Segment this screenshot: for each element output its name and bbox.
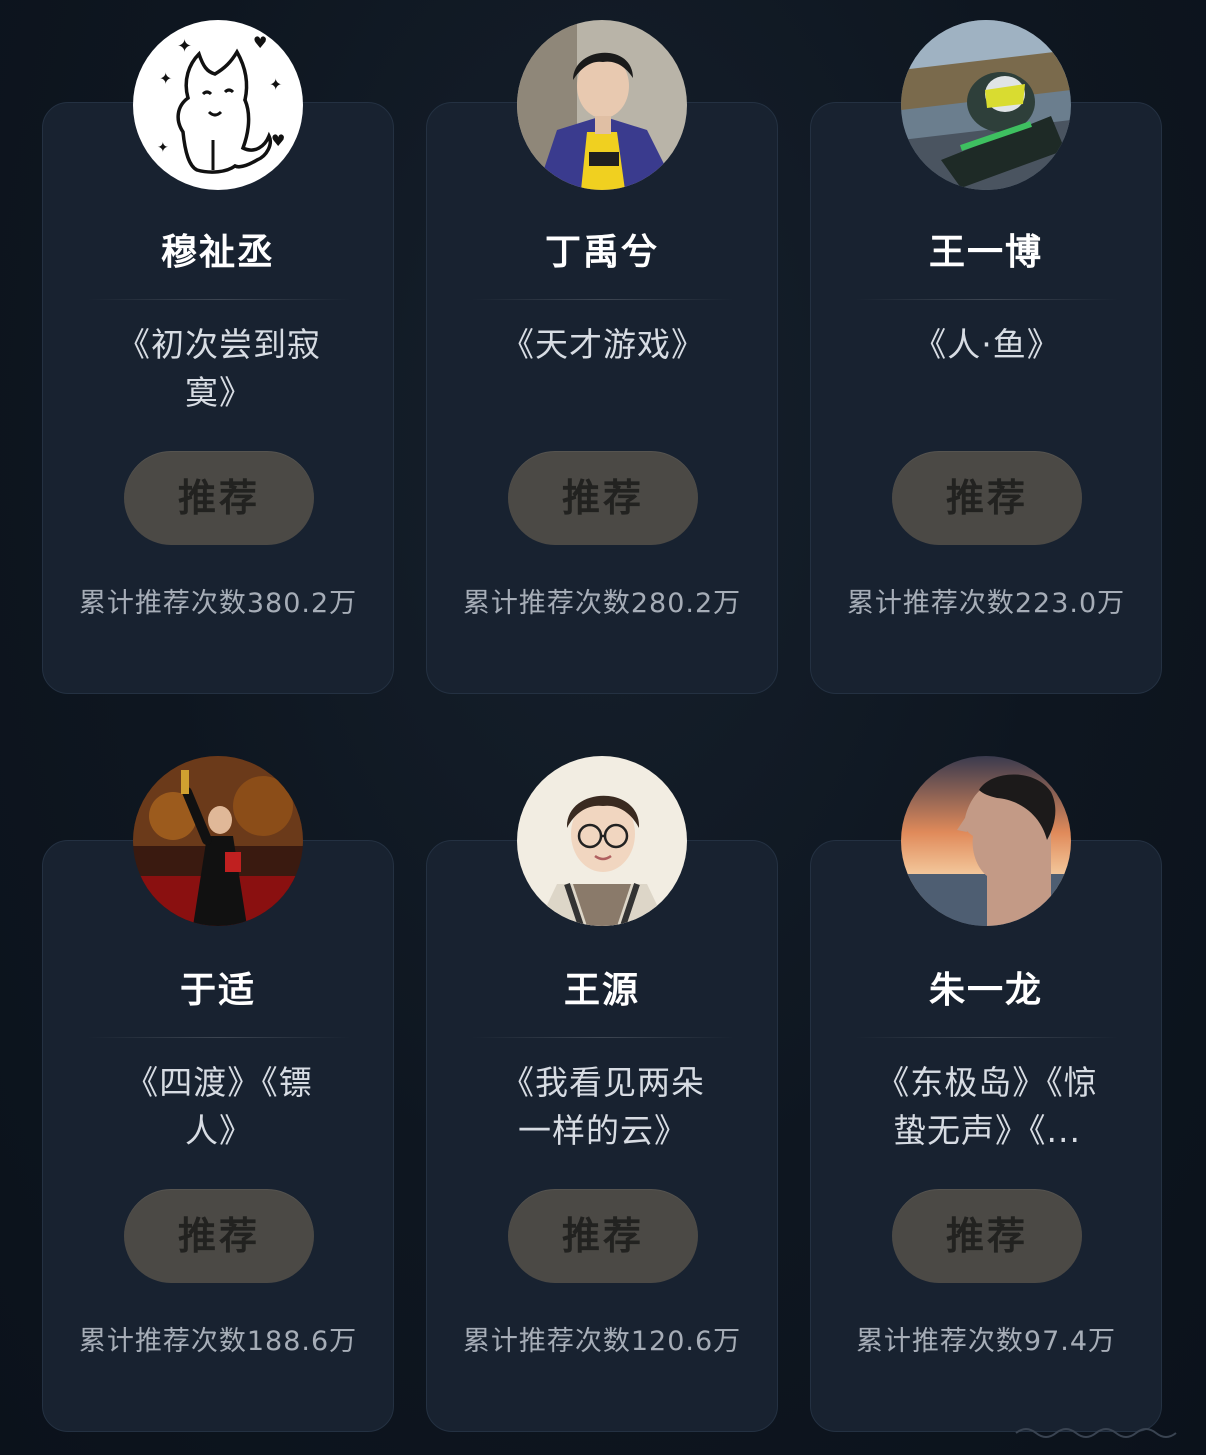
recommend-count: 累计推荐次数380.2万 xyxy=(78,588,358,619)
glasses-portrait-avatar[interactable] xyxy=(517,756,687,926)
cat-doodle-icon: ✦ ✦ ♥ ✦ ✦ ♥ xyxy=(133,20,303,190)
portrait-avatar[interactable] xyxy=(517,20,687,190)
svg-text:✦: ✦ xyxy=(269,75,282,94)
portrait-icon xyxy=(517,20,687,190)
recommend-button[interactable]: 推荐 xyxy=(124,1189,314,1283)
artist-name: 朱一龙 xyxy=(928,970,1043,1011)
recommend-count: 累计推荐次数280.2万 xyxy=(462,588,742,619)
sunset-profile-avatar[interactable] xyxy=(901,756,1071,926)
cat-doodle-avatar[interactable]: ✦ ✦ ♥ ✦ ✦ ♥ xyxy=(133,20,303,190)
recommend-count: 累计推荐次数223.0万 xyxy=(846,588,1126,619)
stage-avatar[interactable] xyxy=(133,756,303,926)
recommend-button[interactable]: 推荐 xyxy=(508,451,698,545)
artist-card: 朱一龙 《东极岛》《惊蛰无声》《... 推荐 累计推荐次数97.4万 xyxy=(810,840,1162,1432)
recommend-count: 累计推荐次数97.4万 xyxy=(855,1326,1117,1357)
glasses-portrait-icon xyxy=(517,756,687,926)
recommend-button[interactable]: 推荐 xyxy=(892,451,1082,545)
artist-works: 《我看见两朵一样的云》 xyxy=(501,1063,705,1150)
signature-watermark xyxy=(1015,1428,1177,1438)
artist-works: 《四渡》《镖人》 xyxy=(125,1063,313,1150)
svg-text:♥: ♥ xyxy=(253,33,267,52)
artist-name: 于适 xyxy=(179,970,256,1011)
artist-name: 王一博 xyxy=(928,232,1043,273)
motorcycle-avatar[interactable] xyxy=(901,20,1071,190)
divider xyxy=(87,1037,351,1038)
artist-card: 于适 《四渡》《镖人》 推荐 累计推荐次数188.6万 xyxy=(42,840,394,1432)
recommend-count: 累计推荐次数120.6万 xyxy=(462,1326,742,1357)
sunset-profile-icon xyxy=(901,756,1071,926)
artist-works: 《天才游戏》 xyxy=(501,325,705,364)
svg-text:✦: ✦ xyxy=(159,69,172,88)
divider xyxy=(855,299,1119,300)
artist-card: 穆祉丞 《初次尝到寂寞》 推荐 累计推荐次数380.2万 xyxy=(42,102,394,694)
stage-icon xyxy=(133,756,303,926)
artist-works: 《东极岛》《惊蛰无声》《... xyxy=(876,1063,1098,1150)
artist-card: 丁禹兮 《天才游戏》 推荐 累计推荐次数280.2万 xyxy=(426,102,778,694)
artist-card: 王一博 《人·鱼》 推荐 累计推荐次数223.0万 xyxy=(810,102,1162,694)
svg-text:✦: ✦ xyxy=(177,36,192,57)
recommend-count: 累计推荐次数188.6万 xyxy=(78,1326,358,1357)
divider xyxy=(87,299,351,300)
divider xyxy=(855,1037,1119,1038)
motorcycle-icon xyxy=(901,20,1071,190)
recommend-button[interactable]: 推荐 xyxy=(508,1189,698,1283)
artist-name: 王源 xyxy=(563,970,640,1011)
divider xyxy=(471,299,735,300)
recommend-button[interactable]: 推荐 xyxy=(124,451,314,545)
divider xyxy=(471,1037,735,1038)
artist-card: 王源 《我看见两朵一样的云》 推荐 累计推荐次数120.6万 xyxy=(426,840,778,1432)
artist-works: 《初次尝到寂寞》 xyxy=(117,325,321,412)
svg-text:♥: ♥ xyxy=(271,131,285,150)
artist-name: 丁禹兮 xyxy=(544,232,659,273)
recommend-button[interactable]: 推荐 xyxy=(892,1189,1082,1283)
svg-text:✦: ✦ xyxy=(157,140,169,156)
artist-works: 《人·鱼》 xyxy=(913,325,1061,364)
artist-name: 穆祉丞 xyxy=(160,232,275,273)
